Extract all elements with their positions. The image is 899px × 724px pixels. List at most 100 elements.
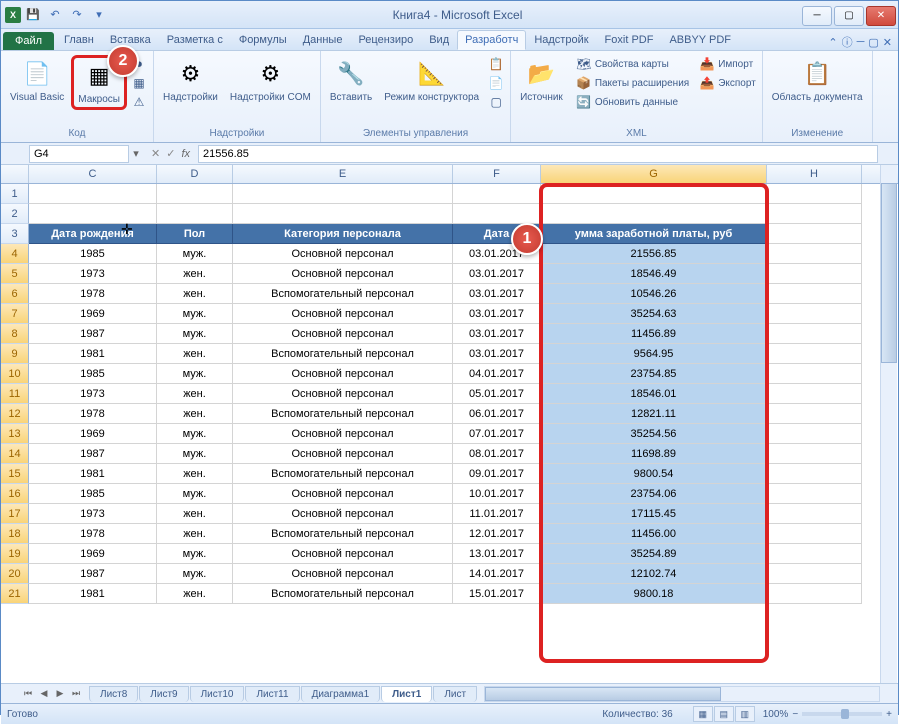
cell[interactable]: Основной персонал: [233, 424, 453, 444]
cell[interactable]: Основной персонал: [233, 364, 453, 384]
cell[interactable]: муж.: [157, 304, 233, 324]
page-break-button[interactable]: ▥: [735, 706, 755, 722]
addins-button[interactable]: ⚙ Надстройки: [158, 55, 223, 106]
cell[interactable]: 1973: [29, 264, 157, 284]
row-header[interactable]: 6: [1, 284, 29, 304]
cell[interactable]: 13.01.2017: [453, 544, 541, 564]
normal-view-button[interactable]: ▦: [693, 706, 713, 722]
row-header[interactable]: 18: [1, 524, 29, 544]
help-icon[interactable]: ⓘ: [842, 34, 853, 50]
hscroll-thumb[interactable]: [485, 687, 721, 701]
row-header[interactable]: 14: [1, 444, 29, 464]
row-header[interactable]: 12: [1, 404, 29, 424]
cell[interactable]: [541, 204, 767, 224]
doc-restore-button[interactable]: ▢: [868, 36, 878, 49]
cell[interactable]: 17115.45: [541, 504, 767, 524]
cell[interactable]: муж.: [157, 424, 233, 444]
cell[interactable]: 05.01.2017: [453, 384, 541, 404]
cell[interactable]: 35254.56: [541, 424, 767, 444]
cell[interactable]: 07.01.2017: [453, 424, 541, 444]
cell[interactable]: Вспомогательный персонал: [233, 524, 453, 544]
first-sheet-icon[interactable]: ⏮: [21, 687, 35, 701]
cell[interactable]: муж.: [157, 444, 233, 464]
sheet-tab[interactable]: Лист10: [190, 686, 245, 702]
cell[interactable]: 03.01.2017: [453, 304, 541, 324]
cell[interactable]: 1987: [29, 564, 157, 584]
cell[interactable]: 11.01.2017: [453, 504, 541, 524]
insert-control-button[interactable]: 🔧 Вставить: [325, 55, 377, 106]
cell[interactable]: [157, 204, 233, 224]
cell[interactable]: 18546.01: [541, 384, 767, 404]
sheet-tab[interactable]: Диаграмма1: [301, 686, 381, 702]
cell[interactable]: 1985: [29, 484, 157, 504]
cell[interactable]: муж.: [157, 244, 233, 264]
row-header[interactable]: 13: [1, 424, 29, 444]
cell[interactable]: муж.: [157, 364, 233, 384]
cell[interactable]: [767, 184, 862, 204]
row-header[interactable]: 17: [1, 504, 29, 524]
cell[interactable]: 1987: [29, 444, 157, 464]
file-tab[interactable]: Файл: [3, 32, 54, 50]
cell[interactable]: муж.: [157, 484, 233, 504]
cell[interactable]: 11456.00: [541, 524, 767, 544]
row-header[interactable]: 16: [1, 484, 29, 504]
cell[interactable]: [767, 364, 862, 384]
cell[interactable]: Основной персонал: [233, 324, 453, 344]
cell[interactable]: 1978: [29, 404, 157, 424]
cell[interactable]: 09.01.2017: [453, 464, 541, 484]
cell[interactable]: муж.: [157, 324, 233, 344]
zoom-out-button[interactable]: −: [792, 709, 798, 720]
cell[interactable]: [767, 544, 862, 564]
cell[interactable]: 11456.89: [541, 324, 767, 344]
row-header[interactable]: 5: [1, 264, 29, 284]
cell[interactable]: [767, 524, 862, 544]
cell[interactable]: 1978: [29, 524, 157, 544]
properties-button[interactable]: 📋: [486, 55, 506, 73]
ribbon-tab[interactable]: Foxit PDF: [597, 30, 662, 50]
ribbon-tab[interactable]: Рецензиро: [350, 30, 421, 50]
zoom-in-button[interactable]: +: [886, 709, 892, 720]
header-cell[interactable]: Пол: [157, 224, 233, 244]
cell[interactable]: 1969: [29, 544, 157, 564]
row-header[interactable]: 15: [1, 464, 29, 484]
cell[interactable]: жен.: [157, 584, 233, 604]
cell[interactable]: жен.: [157, 404, 233, 424]
cell[interactable]: [767, 244, 862, 264]
cell[interactable]: [453, 204, 541, 224]
enter-formula-icon[interactable]: ✓: [166, 147, 175, 160]
cell[interactable]: [233, 204, 453, 224]
cell[interactable]: Основной персонал: [233, 444, 453, 464]
cell[interactable]: [767, 204, 862, 224]
ribbon-tab[interactable]: Вид: [421, 30, 457, 50]
cell[interactable]: 23754.06: [541, 484, 767, 504]
cell[interactable]: 03.01.2017: [453, 264, 541, 284]
row-header[interactable]: 4: [1, 244, 29, 264]
cell[interactable]: [767, 424, 862, 444]
ribbon-tab[interactable]: Главн: [56, 30, 102, 50]
prev-sheet-icon[interactable]: ◀: [37, 687, 51, 701]
ribbon-tab[interactable]: Надстройк: [526, 30, 596, 50]
row-header[interactable]: 3: [1, 224, 29, 244]
cell[interactable]: жен.: [157, 384, 233, 404]
visual-basic-button[interactable]: 📄 Visual Basic: [5, 55, 69, 106]
cell[interactable]: 35254.89: [541, 544, 767, 564]
cell[interactable]: 1981: [29, 464, 157, 484]
cell[interactable]: жен.: [157, 504, 233, 524]
sheet-tab[interactable]: Лист9: [139, 686, 188, 702]
cell[interactable]: Вспомогательный персонал: [233, 284, 453, 304]
scrollbar-thumb[interactable]: [881, 183, 897, 363]
cell[interactable]: 1973: [29, 384, 157, 404]
cell[interactable]: 1969: [29, 304, 157, 324]
next-sheet-icon[interactable]: ▶: [53, 687, 67, 701]
row-header[interactable]: 7: [1, 304, 29, 324]
cell[interactable]: 1985: [29, 244, 157, 264]
cell[interactable]: Основной персонал: [233, 544, 453, 564]
xml-source-button[interactable]: 📂 Источник: [515, 55, 568, 106]
column-header[interactable]: H: [767, 165, 862, 183]
refresh-data-button[interactable]: 🔄Обновить данные: [574, 93, 691, 111]
cell[interactable]: Основной персонал: [233, 304, 453, 324]
cell[interactable]: жен.: [157, 524, 233, 544]
ribbon-tab[interactable]: ABBYY PDF: [661, 30, 739, 50]
export-button[interactable]: 📤Экспорт: [697, 74, 758, 92]
cell[interactable]: 08.01.2017: [453, 444, 541, 464]
